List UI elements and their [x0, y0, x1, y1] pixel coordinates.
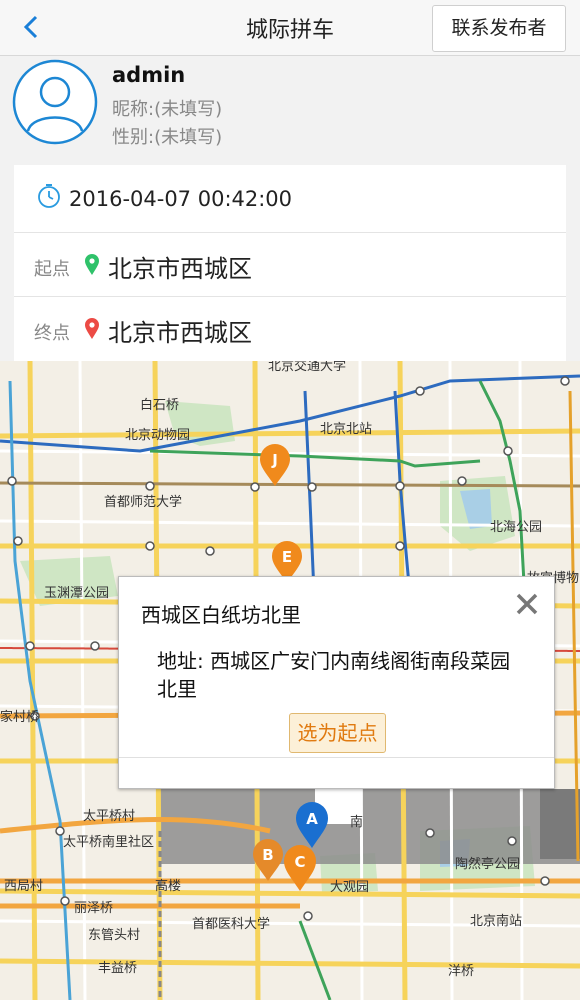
select-as-start-button[interactable]: 选为起点 [289, 713, 386, 753]
map-label-gaolou: 高楼 [155, 879, 182, 894]
map-label-baishiqiao: 白石桥 [140, 398, 180, 413]
end-place: 北京市西城区 [108, 319, 252, 347]
map-label-bjjt: 北京交通大学 [268, 361, 347, 374]
map-label-capital-normal: 首都师范大学 [104, 495, 183, 510]
map-label-yangqiao: 洋桥 [448, 964, 475, 979]
avatar-icon [12, 59, 98, 145]
svg-text:A: A [306, 810, 318, 828]
stopwatch-icon [38, 184, 60, 208]
svg-text:J: J [271, 451, 278, 469]
end-label: 终点 [34, 323, 70, 344]
username: admin [112, 63, 186, 87]
map-label-taipingqiao-south: 太平桥南里社区 [63, 835, 155, 850]
map-marker-j: J [260, 444, 290, 486]
departure-time-row: 2016-04-07 00:42:00 [14, 165, 566, 233]
popup-address: 地址: 西城区广安门内南线阁街南段菜园北里 [157, 649, 511, 701]
svg-text:C: C [294, 853, 305, 871]
publisher-profile: admin 昵称:(未填写) 性别:(未填写) [0, 57, 580, 164]
top-bar: 城际拼车 联系发布者 [0, 0, 580, 56]
nickname: 昵称:(未填写) [112, 99, 223, 120]
svg-text:E: E [282, 548, 292, 566]
map-label-beihai: 北海公园 [490, 520, 543, 535]
map-marker-c: C [284, 845, 316, 891]
map-label-yuyuantan: 玉渊潭公园 [44, 586, 110, 601]
popup-title: 西城区白纸坊北里 [141, 603, 301, 627]
map-label-capital-medical: 首都医科大学 [192, 917, 271, 932]
map-label-north-station: 北京北站 [320, 422, 373, 437]
close-icon[interactable] [514, 591, 540, 617]
map-label-jiajiaqiao: 家村桥 [0, 710, 40, 725]
map-label-taoranting: 陶然亭公园 [455, 857, 521, 872]
map-label-taipingqiao: 太平桥村 [83, 809, 136, 824]
gender: 性别:(未填写) [112, 127, 223, 148]
map-label-zoo: 北京动物园 [125, 428, 191, 443]
map-label-xijucun: 西局村 [4, 879, 44, 894]
map-label-fengyiqiao: 丰益桥 [98, 961, 138, 976]
map-label-south-station: 北京南站 [470, 914, 523, 929]
location-popup: 西城区白纸坊北里 地址: 西城区广安门内南线阁街南段菜园北里 选为起点 [118, 576, 555, 789]
trip-info-card: 2016-04-07 00:42:00 起点 北京市西城区 终点 北京市西城区 [14, 165, 566, 361]
map-label-lizeqiao: 丽泽桥 [74, 901, 114, 916]
map-label-dongguantoucun: 东管头村 [88, 928, 141, 943]
start-place: 北京市西城区 [108, 255, 252, 283]
departure-time: 2016-04-07 00:42:00 [69, 187, 293, 211]
map-label-daguanyuan: 大观园 [330, 880, 370, 895]
start-label: 起点 [34, 259, 70, 280]
start-row: 起点 北京市西城区 [14, 233, 566, 297]
contact-publisher-button[interactable]: 联系发布者 [432, 5, 566, 52]
divider [119, 757, 554, 758]
green-pin-icon [85, 254, 99, 275]
red-pin-icon [85, 318, 99, 339]
svg-text:B: B [262, 846, 273, 864]
map-label-nan: 南 [350, 815, 364, 830]
end-row: 终点 北京市西城区 [14, 297, 566, 361]
